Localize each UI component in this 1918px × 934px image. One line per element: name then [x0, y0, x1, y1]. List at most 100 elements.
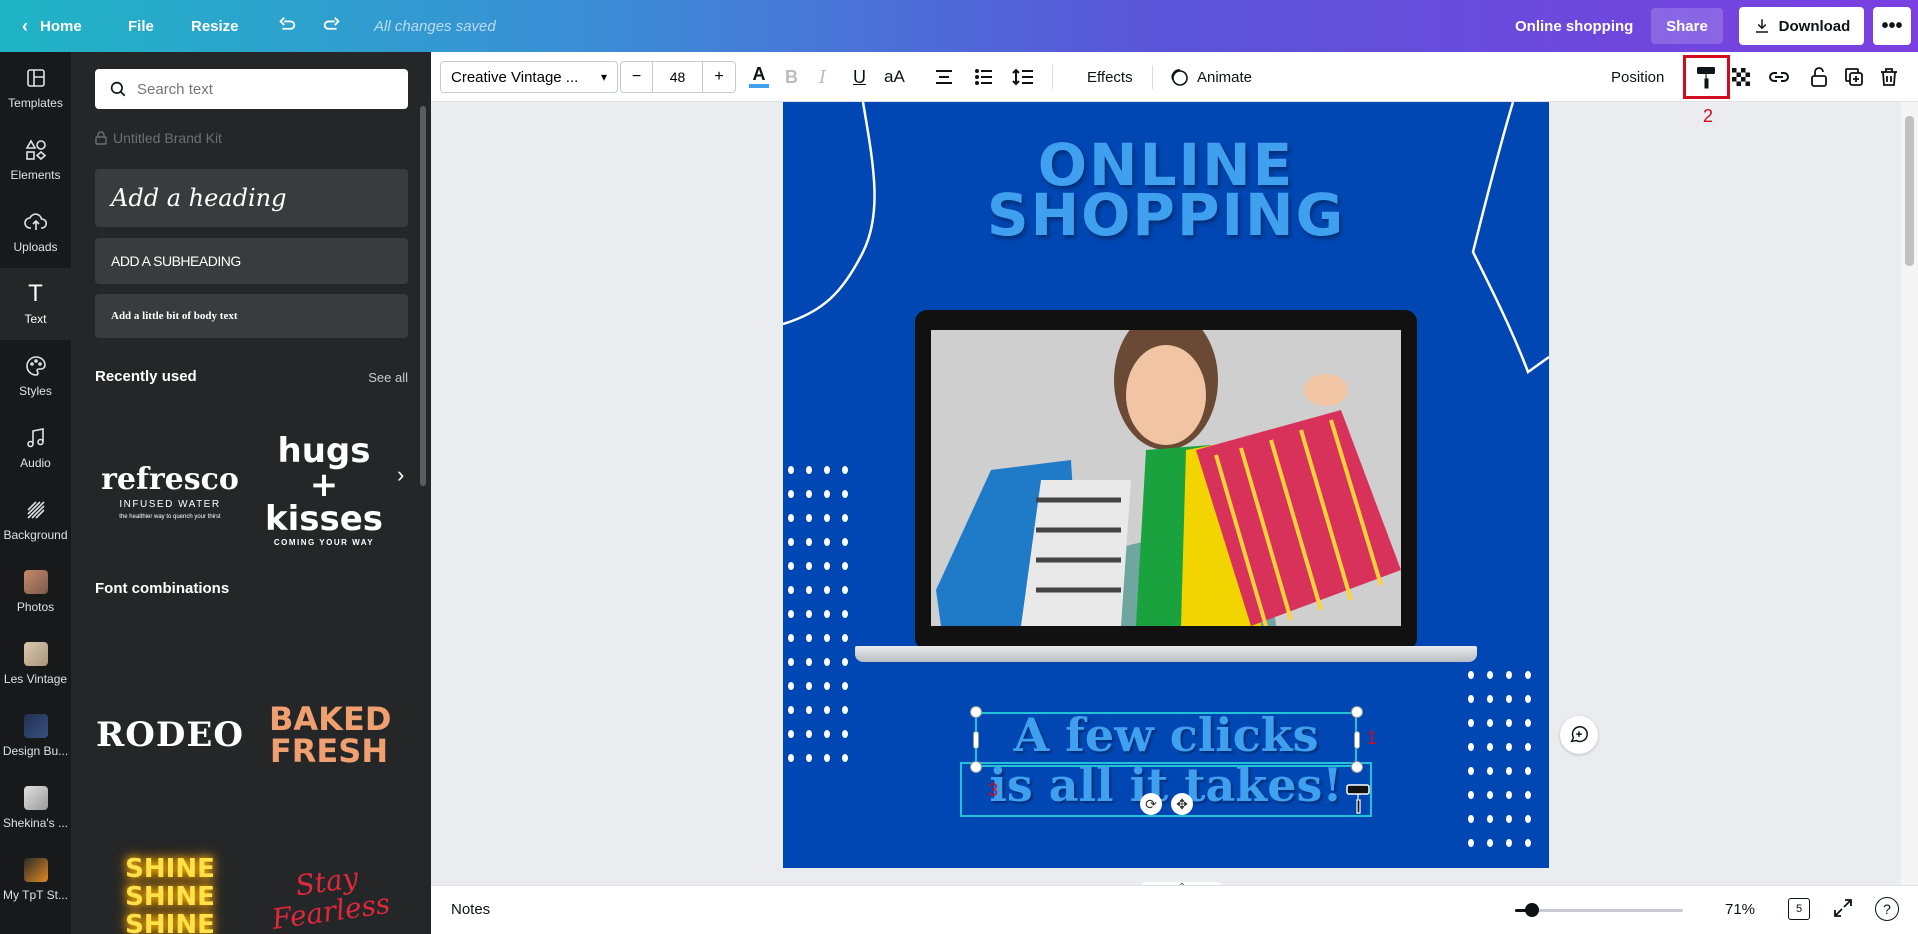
undo-icon	[279, 17, 296, 30]
font-family-dropdown[interactable]: Creative Vintage ... ▾	[440, 61, 618, 93]
rail-item-audio[interactable]: Audio	[0, 412, 71, 484]
search-input[interactable]	[137, 80, 387, 98]
rail-item-text[interactable]: T Text	[0, 268, 71, 340]
rail-item-shekinas[interactable]: Shekina's ...	[0, 772, 71, 844]
resize-handle-right[interactable]	[1354, 731, 1360, 749]
side-rail: Templates Elements Uploads T Text Styles…	[0, 52, 71, 934]
rail-label: Shekina's ...	[3, 816, 68, 830]
undo-button[interactable]	[276, 0, 298, 52]
decor-dot	[806, 706, 812, 714]
resize-menu[interactable]: Resize	[191, 0, 239, 52]
rotate-icon[interactable]: ⟳	[1140, 793, 1162, 815]
more-options-button[interactable]: •••	[1873, 7, 1911, 45]
effects-button[interactable]: Effects	[1087, 52, 1133, 102]
zoom-level[interactable]: 71%	[1725, 901, 1755, 918]
recent-style-hugs-kisses[interactable]: hugs + kisses COMING YOUR WAY	[259, 420, 389, 560]
rail-item-uploads[interactable]: Uploads	[0, 196, 71, 268]
text-color-button[interactable]: A	[749, 52, 769, 102]
decor-dot	[1506, 743, 1512, 751]
rail-item-my-tpt[interactable]: My TpT St...	[0, 844, 71, 916]
zoom-slider[interactable]	[1515, 903, 1683, 917]
add-heading-button[interactable]: Add a heading	[95, 169, 408, 227]
selection-box-line-2[interactable]	[960, 762, 1372, 817]
duplicate-button[interactable]	[1844, 52, 1864, 102]
decor-dot	[788, 586, 794, 594]
see-all-link[interactable]: See all	[368, 370, 408, 385]
combo-stay-fearless[interactable]: Stay Fearless	[259, 832, 399, 934]
decor-dot	[1468, 743, 1474, 751]
laptop-image[interactable]	[915, 310, 1417, 720]
delete-button[interactable]	[1880, 52, 1898, 102]
bold-button[interactable]: B	[785, 52, 798, 102]
align-center-button[interactable]	[934, 52, 954, 102]
resize-handle-top-right[interactable]	[1351, 706, 1363, 718]
rail-item-elements[interactable]: Elements	[0, 124, 71, 196]
decor-dot	[788, 562, 794, 570]
photos-icon	[23, 570, 48, 594]
fullscreen-button[interactable]	[1833, 898, 1853, 922]
toolbar-divider	[1052, 65, 1053, 89]
decor-dot	[824, 514, 830, 522]
selection-box-line-1[interactable]	[975, 712, 1357, 767]
underline-button[interactable]: U	[853, 52, 866, 102]
rail-label: Elements	[10, 168, 61, 182]
download-button[interactable]: Download	[1739, 7, 1864, 45]
recent-style-refresco[interactable]: refresco INFUSED WATER the healthier way…	[95, 426, 245, 556]
resize-handle-bottom-right[interactable]	[1351, 761, 1363, 773]
rail-item-photos[interactable]: Photos	[0, 556, 71, 628]
combo-rodeo[interactable]: RODEO	[95, 670, 245, 800]
help-button[interactable]: ?	[1875, 897, 1899, 921]
animate-button[interactable]: Animate	[1169, 52, 1252, 102]
increase-font-size-button[interactable]: +	[703, 62, 735, 92]
spacing-button[interactable]	[1012, 52, 1034, 102]
decrease-font-size-button[interactable]: −	[621, 62, 653, 92]
bulleted-list-button[interactable]	[974, 52, 994, 102]
rail-item-design-bu[interactable]: Design Bu...	[0, 700, 71, 772]
decor-dot	[1506, 671, 1512, 679]
font-size-input[interactable]: 48	[653, 62, 703, 92]
link-button[interactable]	[1768, 52, 1790, 102]
home-button[interactable]: ‹ Home	[22, 0, 82, 52]
redo-button[interactable]	[321, 0, 343, 52]
transparency-button[interactable]	[1732, 52, 1750, 102]
resize-handle-top-left[interactable]	[970, 706, 982, 718]
add-subheading-button[interactable]: ADD A SUBHEADING	[95, 238, 408, 284]
scrollbar-thumb[interactable]	[1905, 116, 1914, 266]
headline-text[interactable]: ONLINE SHOPPING	[783, 136, 1549, 244]
resize-handle-left[interactable]	[973, 731, 979, 749]
annotation-1: 1	[1367, 728, 1378, 748]
add-body-label: Add a little bit of body text	[111, 310, 238, 322]
rail-item-styles[interactable]: Styles	[0, 340, 71, 412]
position-button[interactable]: Position	[1611, 52, 1664, 102]
text-icon: T	[28, 281, 43, 307]
resize-handle-bottom-left[interactable]	[970, 761, 982, 773]
file-menu[interactable]: File	[128, 0, 154, 52]
italic-button[interactable]: I	[819, 52, 826, 102]
add-subheading-label: ADD A SUBHEADING	[111, 253, 241, 269]
decor-dot	[842, 682, 848, 690]
move-icon[interactable]: ✥	[1171, 793, 1193, 815]
zoom-slider-handle[interactable]	[1524, 903, 1539, 917]
notes-button[interactable]: Notes	[451, 901, 490, 918]
decor-dot	[824, 658, 830, 666]
decor-dot	[1506, 815, 1512, 823]
design-title[interactable]: Online shopping	[1515, 0, 1633, 52]
brand-kit-link[interactable]: Untitled Brand Kit	[95, 130, 222, 146]
canvas-scrollbar[interactable]	[1901, 102, 1918, 885]
share-button[interactable]: Share	[1651, 8, 1723, 44]
rail-item-les-vintage[interactable]: Les Vintage	[0, 628, 71, 700]
rail-item-background[interactable]: Background	[0, 484, 71, 556]
page-count-button[interactable]: 5	[1788, 898, 1810, 920]
search-box[interactable]	[95, 69, 408, 109]
chevron-right-icon[interactable]: ›	[397, 462, 404, 488]
rail-item-templates[interactable]: Templates	[0, 52, 71, 124]
decor-dot	[788, 730, 794, 738]
combo-baked-fresh[interactable]: BAKED FRESH	[259, 670, 399, 800]
add-comment-button[interactable]	[1560, 716, 1598, 754]
combo-shine[interactable]: SHINE SHINE SHINE	[95, 832, 245, 934]
font-size-control[interactable]: − 48 +	[620, 61, 736, 93]
add-body-text-button[interactable]: Add a little bit of body text	[95, 294, 408, 338]
panel-scrollbar[interactable]	[420, 106, 426, 486]
letter-case-button[interactable]: aA	[884, 52, 905, 102]
lock-button[interactable]	[1810, 52, 1828, 102]
